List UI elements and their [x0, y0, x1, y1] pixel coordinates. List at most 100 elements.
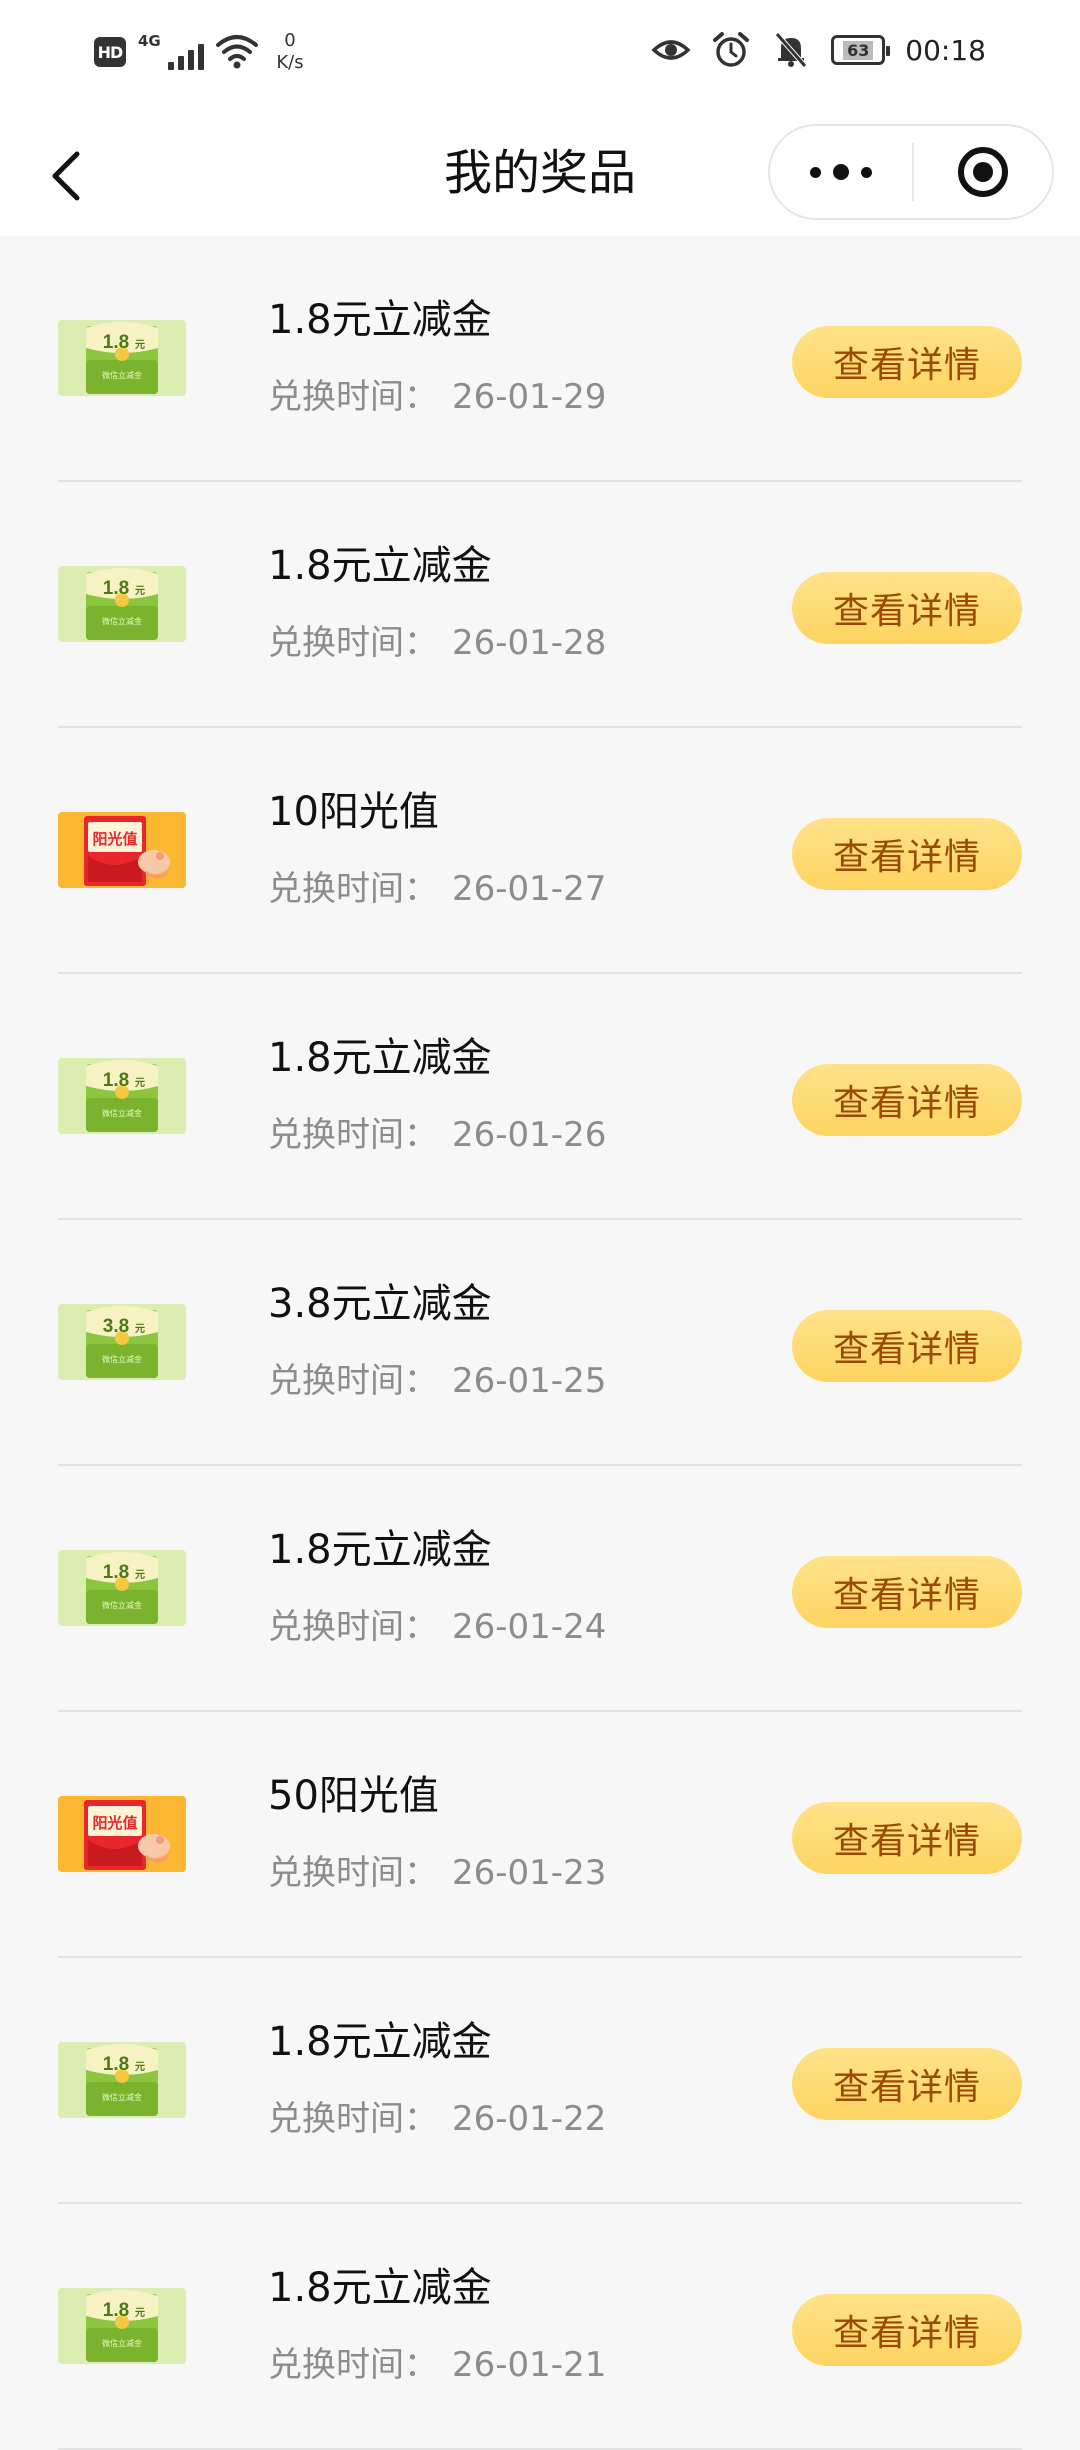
mini-program-capsule	[768, 124, 1054, 220]
prize-thumb-sub: 微信立减金	[102, 2092, 142, 2102]
sunshine-gift-icon: 阳光值	[58, 1796, 186, 1872]
network-speed-value: 0	[284, 30, 296, 51]
prize-thumb-badge: 1.8	[103, 332, 129, 353]
prize-name: 1.8元立减金	[268, 1527, 492, 1573]
view-details-button[interactable]: 查看详情	[792, 1802, 1022, 1874]
target-close-icon	[958, 147, 1008, 197]
view-details-button[interactable]: 查看详情	[792, 326, 1022, 398]
status-time: 00:18	[905, 33, 986, 67]
more-button[interactable]	[770, 126, 912, 218]
prize-name: 3.8元立减金	[268, 1281, 492, 1327]
exchange-date: 26-01-21	[452, 2345, 607, 2385]
nav-bar: 我的奖品	[0, 112, 1080, 236]
green-cash-envelope-icon: 1.8 元 微信立减金	[58, 2288, 186, 2364]
exchange-date: 26-01-26	[452, 1115, 607, 1155]
close-mini-program-button[interactable]	[914, 126, 1052, 218]
prize-thumb-unit: 元	[135, 339, 145, 351]
exchange-time-label: 兑换时间：	[268, 2099, 438, 2139]
prize-name: 1.8元立减金	[268, 543, 492, 589]
network-speed: 0 K/s	[270, 30, 310, 74]
green-cash-envelope-icon: 1.8 元 微信立减金	[58, 1058, 186, 1134]
hd-icon: HD	[94, 37, 126, 67]
exchange-time-label: 兑换时间：	[268, 2345, 438, 2385]
prize-exchange-time: 兑换时间： 26-01-23	[268, 1852, 606, 1894]
green-cash-envelope-icon: 1.8 元 微信立减金	[58, 2042, 186, 2118]
prize-item: 1.8 元 微信立减金 1.8元立减金兑换时间： 26-01-28 查看详情	[58, 482, 1022, 728]
battery-icon: 63	[831, 35, 891, 65]
prize-item: 1.8 元 微信立减金 1.8元立减金兑换时间： 26-01-24 查看详情	[58, 1466, 1022, 1712]
prize-thumb-sub: 微信立减金	[102, 370, 142, 380]
prize-thumb-sub: 微信立减金	[102, 1600, 142, 1610]
prize-item: 1.8 元 微信立减金 1.8元立减金兑换时间： 26-01-29 查看详情	[58, 236, 1022, 482]
exchange-time-label: 兑换时间：	[268, 623, 438, 663]
prize-thumb-badge: 1.8	[103, 2300, 129, 2321]
exchange-date: 26-01-24	[452, 1607, 607, 1647]
battery-level: 63	[843, 40, 874, 60]
prize-thumb-unit: 元	[135, 2307, 145, 2319]
prize-thumb-sub: 微信立减金	[102, 616, 142, 626]
more-dot-icon	[833, 164, 849, 180]
prize-thumb-unit: 元	[135, 2061, 145, 2073]
exchange-time-label: 兑换时间：	[268, 1361, 438, 1401]
prize-name: 10阳光值	[268, 789, 439, 835]
prize-name: 1.8元立减金	[268, 2265, 492, 2311]
prize-thumb-sub: 微信立减金	[102, 2338, 142, 2348]
prize-item: 3.8 元 微信立减金 3.8元立减金兑换时间： 26-01-25 查看详情	[58, 1220, 1022, 1466]
prize-thumb-unit: 元	[135, 1077, 145, 1089]
prize-thumb-unit: 元	[135, 585, 145, 597]
view-details-button[interactable]: 查看详情	[792, 2048, 1022, 2120]
prize-name: 1.8元立减金	[268, 1035, 492, 1081]
exchange-time-label: 兑换时间：	[268, 1115, 438, 1155]
bell-muted-icon	[775, 32, 808, 68]
prize-name: 50阳光值	[268, 1773, 439, 1819]
prize-thumb-badge: 1.8	[103, 1070, 129, 1091]
wifi-icon	[216, 35, 258, 69]
prize-name: 1.8元立减金	[268, 297, 492, 343]
exchange-date: 26-01-29	[452, 377, 607, 417]
exchange-date: 26-01-23	[452, 1853, 607, 1893]
exchange-date: 26-01-22	[452, 2099, 607, 2139]
green-cash-envelope-icon: 1.8 元 微信立减金	[58, 320, 186, 396]
prize-thumb-badge: 阳光值	[92, 1814, 137, 1832]
status-bar-left: HD 4G 0 K/s	[94, 30, 310, 74]
prize-item: 1.8 元 微信立减金 1.8元立减金兑换时间： 26-01-26 查看详情	[58, 974, 1022, 1220]
prize-thumb-unit: 元	[135, 1323, 145, 1335]
prize-item: 阳光值 10阳光值兑换时间： 26-01-27 查看详情	[58, 728, 1022, 974]
prize-thumb-badge: 3.8	[103, 1316, 129, 1337]
exchange-date: 26-01-27	[452, 869, 607, 909]
view-details-button[interactable]: 查看详情	[792, 1556, 1022, 1628]
prize-thumb-badge: 阳光值	[92, 830, 137, 848]
network-type-label: 4G	[138, 32, 161, 50]
prize-thumb-badge: 1.8	[103, 1562, 129, 1583]
prize-thumb-sub: 微信立减金	[102, 1108, 142, 1118]
prize-exchange-time: 兑换时间： 26-01-21	[268, 2344, 606, 2386]
view-details-button[interactable]: 查看详情	[792, 572, 1022, 644]
green-cash-envelope-icon: 3.8 元 微信立减金	[58, 1304, 186, 1380]
exchange-time-label: 兑换时间：	[268, 377, 438, 417]
more-dot-icon	[810, 166, 821, 178]
status-bar-right: 63 00:18	[651, 30, 986, 70]
prize-item: 阳光值 50阳光值兑换时间： 26-01-23 查看详情	[58, 1712, 1022, 1958]
exchange-date: 26-01-25	[452, 1361, 607, 1401]
prize-item: 1.8 元 微信立减金 1.8元立减金兑换时间： 26-01-22 查看详情	[58, 1958, 1022, 2204]
prize-name: 1.8元立减金	[268, 2019, 492, 2065]
exchange-time-label: 兑换时间：	[268, 1853, 438, 1893]
status-bar: HD 4G 0 K/s 63 00:18	[0, 0, 1080, 112]
alarm-icon	[713, 32, 750, 67]
green-cash-envelope-icon: 1.8 元 微信立减金	[58, 1550, 186, 1626]
prize-exchange-time: 兑换时间： 26-01-28	[268, 622, 606, 664]
eye-icon	[651, 40, 691, 60]
prize-item: 1.8 元 微信立减金 1.8元立减金兑换时间： 26-01-21 查看详情	[58, 2204, 1022, 2450]
view-details-button[interactable]: 查看详情	[792, 818, 1022, 890]
cellular-signal-icon: 4G	[138, 32, 204, 72]
prize-exchange-time: 兑换时间： 26-01-24	[268, 1606, 606, 1648]
view-details-button[interactable]: 查看详情	[792, 2294, 1022, 2366]
green-cash-envelope-icon: 1.8 元 微信立减金	[58, 566, 186, 642]
exchange-date: 26-01-28	[452, 623, 607, 663]
exchange-time-label: 兑换时间：	[268, 869, 438, 909]
view-details-button[interactable]: 查看详情	[792, 1310, 1022, 1382]
view-details-button[interactable]: 查看详情	[792, 1064, 1022, 1136]
prize-thumb-badge: 1.8	[103, 578, 129, 599]
prize-exchange-time: 兑换时间： 26-01-29	[268, 376, 606, 418]
sunshine-gift-icon: 阳光值	[58, 812, 186, 888]
